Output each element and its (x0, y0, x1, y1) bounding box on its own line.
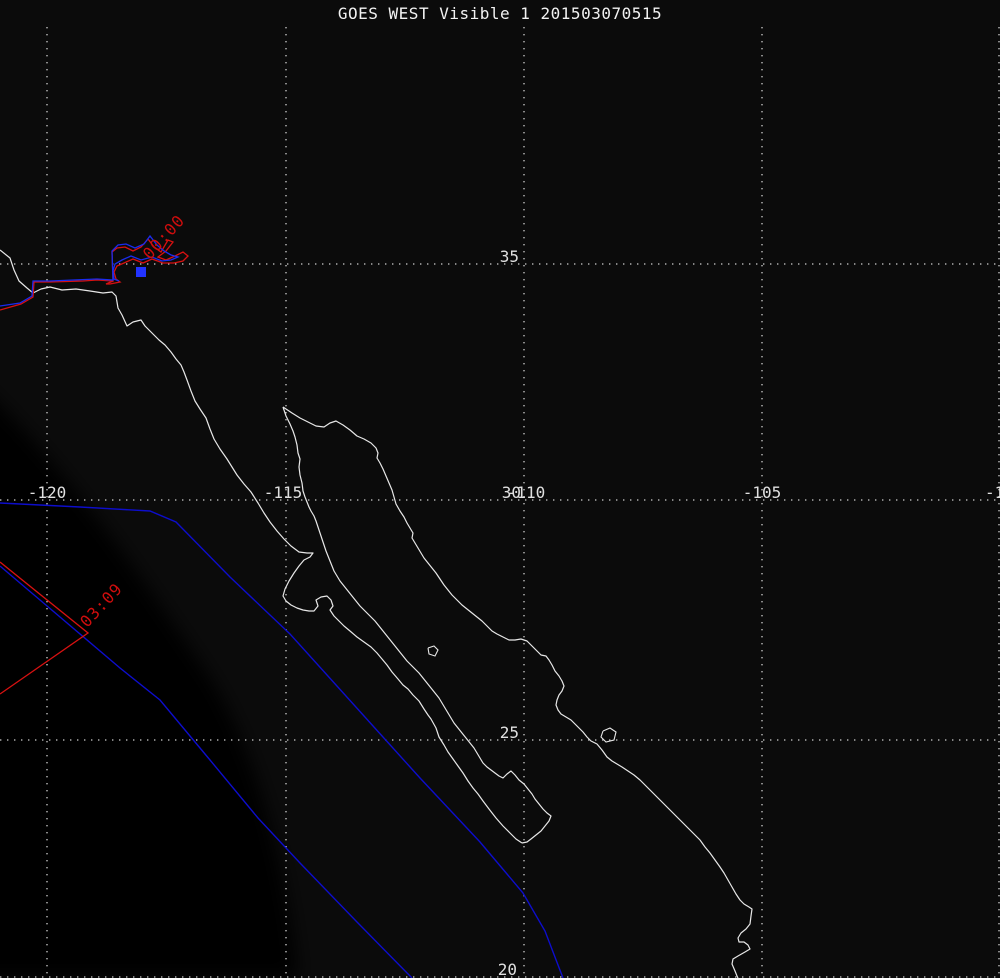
island-0 (427, 645, 439, 657)
terminator-shadow-wedge (0, 404, 298, 978)
graticule-label-35: 35 (500, 247, 519, 266)
track-position-marker (136, 267, 146, 277)
graticule-label--115: -115 (264, 483, 303, 502)
graticule-label--105: -105 (743, 483, 782, 502)
map-overlay-layer: 35252030-120 -115 -110 -105 -1 (0, 27, 1000, 978)
graticule-label--1: -1 (985, 483, 1000, 502)
graticule-label-25: 25 (500, 723, 519, 742)
satellite-display-window: 35 25 20 30 -120 -115 -110 -105 -1 GOES WEST Vis… (0, 0, 1000, 978)
image-title: GOES WEST Visible 1 201503070515 (337, 4, 663, 23)
coastline-1 (282, 406, 552, 844)
graticule-label--120: -120 (28, 483, 67, 502)
island-1 (600, 727, 617, 743)
graticule-label-20: 20 (498, 960, 517, 978)
graticule-label--110: -110 (507, 483, 546, 502)
